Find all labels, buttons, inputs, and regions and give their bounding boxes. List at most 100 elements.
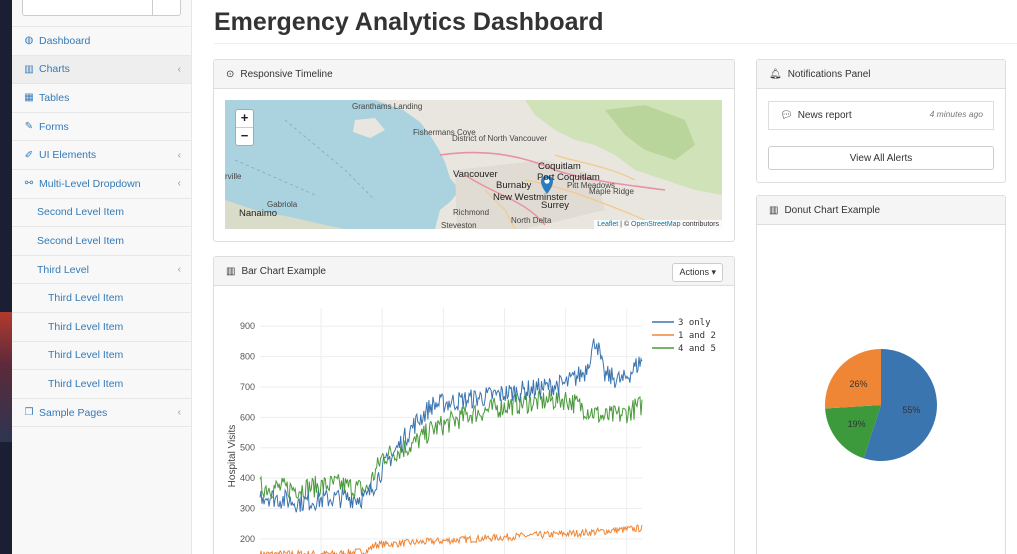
map-label: Maple Ridge [589, 187, 634, 196]
sidebar-item-charts[interactable]: ▥ Charts ‹ [12, 55, 191, 85]
notification-text: News report [797, 110, 852, 121]
bell-icon: 🔔︎ [769, 68, 782, 80]
sidebar-item-label: Charts [39, 63, 70, 76]
sidebar-item-multi-level-dropdown[interactable]: ⚯ Multi-Level Dropdown ‹ [12, 170, 191, 199]
legend-label: 3 only [678, 318, 711, 328]
timeline-panel: ⊙ Responsive Timeline + − Granthams Land… [213, 59, 735, 242]
sidebar-item-dashboard[interactable]: ◍ Dashboard [12, 27, 191, 56]
screen-bezel [0, 0, 12, 554]
map-label: Nanaimo [239, 208, 278, 219]
main-content: Emergency Analytics Dashboard ⊙ Responsi… [191, 0, 1017, 554]
zoom-control: + − [235, 109, 254, 146]
chevron-left-icon: ‹ [177, 149, 181, 161]
clock-icon: ⊙ [226, 68, 235, 80]
legend-label: 4 and 5 [678, 344, 716, 354]
zoom-out-button[interactable]: − [236, 128, 253, 145]
map-label: rville [225, 172, 242, 181]
files-icon: ❐ [24, 407, 34, 419]
osm-link[interactable]: OpenStreetMap [631, 221, 680, 228]
panel-heading: 🔔︎ Notifications Panel [757, 60, 1005, 89]
panel-title: Donut Chart Example [784, 204, 881, 216]
y-tick-label: 300 [240, 503, 255, 513]
y-tick-label: 500 [240, 443, 255, 453]
map-label: District of North Vancouver [452, 134, 547, 143]
actions-dropdown-button[interactable]: Actions ▾ [672, 263, 723, 282]
pie-slice-label: 19% [848, 419, 866, 429]
sidebar-item-third-level-item[interactable]: Third Level Item [12, 284, 191, 313]
map-attribution: Leaflet | © OpenStreetMap contributors [594, 220, 722, 229]
sidebar-item-third-level-item[interactable]: Third Level Item [12, 370, 191, 399]
sidebar-item-label: Tables [39, 91, 70, 104]
notification-time: 4 minutes ago [929, 109, 983, 119]
sidebar-item-label: Dashboard [39, 34, 91, 47]
sidebar-item-second-level-item[interactable]: Second Level Item [12, 227, 191, 256]
sidebar-item-label: UI Elements [39, 149, 97, 162]
map-label: Richmond [453, 208, 490, 217]
panel-title: Bar Chart Example [241, 265, 326, 277]
pie-chart: 55% 19% 26% [825, 349, 937, 461]
comment-icon: 💬︎ [780, 110, 793, 121]
wrench-icon: ✐ [24, 149, 34, 161]
sidebar-item-label: Third Level [37, 263, 89, 276]
table-icon: ▦ [24, 92, 34, 104]
map-label: Granthams Landing [352, 102, 423, 111]
panel-heading: ▥ Bar Chart Example Actions ▾ [214, 257, 734, 286]
search-button[interactable] [152, 0, 181, 16]
zoom-in-button[interactable]: + [236, 110, 253, 128]
pie-slice-label: 55% [902, 405, 920, 415]
legend-label: 1 and 2 [678, 331, 716, 341]
panel-title: Notifications Panel [787, 68, 871, 80]
sidebar-search [12, 0, 191, 27]
pie-slice-label: 26% [850, 379, 868, 389]
sidebar-item-label: Forms [39, 120, 69, 133]
map-label: Vancouver [453, 169, 498, 180]
title-divider [214, 43, 1017, 44]
sidebar-item-ui-elements[interactable]: ✐ UI Elements ‹ [12, 141, 191, 170]
sidebar-item-label: Second Level Item [37, 206, 124, 219]
chevron-left-icon: ‹ [177, 407, 181, 419]
sidebar-item-label: Second Level Item [37, 234, 124, 247]
y-tick-label: 700 [240, 382, 255, 392]
sidebar-item-second-level-item[interactable]: Second Level Item [12, 199, 191, 228]
search-input[interactable] [22, 0, 154, 16]
sidebar-item-third-level-item[interactable]: Third Level Item [12, 313, 191, 342]
map-label: Surrey [541, 200, 569, 211]
panel-heading: ▥ Donut Chart Example [757, 196, 1005, 225]
sidebar-item-forms[interactable]: ✎ Forms [12, 113, 191, 142]
attribution-separator: | © [618, 221, 632, 228]
edit-icon: ✎ [24, 121, 34, 133]
panel-heading: ⊙ Responsive Timeline [214, 60, 734, 89]
browser-viewport: ◍ Dashboard ▥ Charts ‹ ▦ Tables ✎ Forms ✐ UI Eleme… [12, 0, 1017, 554]
map-label: North Delta [511, 216, 552, 225]
notifications-panel: 🔔︎ Notifications Panel 💬︎ News report 4 … [756, 59, 1006, 183]
sidebar-item-label: Third Level Item [48, 377, 124, 390]
map-label: Burnaby [496, 180, 532, 191]
sidebar-item-third-level[interactable]: Third Level ‹ [12, 256, 191, 285]
bar-chart-icon: ▥ [226, 265, 236, 277]
line-chart: 200 300 400 500 600 700 800 900 Hospital Visits 3… [227, 308, 716, 554]
sidebar-item-third-level-item[interactable]: Third Level Item [12, 342, 191, 371]
bar-chart-icon: ▥ [24, 63, 34, 75]
view-all-alerts-button[interactable]: View All Alerts [768, 146, 994, 170]
y-tick-label: 200 [240, 534, 255, 544]
map[interactable]: + − Granthams Landing Fishermans Cove Di… [225, 100, 722, 229]
sidebar-nav: ◍ Dashboard ▥ Charts ‹ ▦ Tables ✎ Forms ✐ UI Eleme… [12, 27, 191, 428]
sidebar-item-label: Third Level Item [48, 320, 124, 333]
sidebar-item-label: Third Level Item [48, 292, 124, 305]
bar-chart-panel: ▥ Bar Chart Example Actions ▾ 200 300 400 5… [213, 256, 735, 554]
notification-item[interactable]: 💬︎ News report 4 minutes ago [768, 101, 994, 130]
chevron-left-icon: ‹ [177, 264, 181, 276]
y-tick-label: 400 [240, 473, 255, 483]
sidebar-item-sample-pages[interactable]: ❐ Sample Pages ‹ [12, 399, 191, 428]
series-line-1-and-2 [260, 524, 643, 554]
sidebar-item-label: Sample Pages [39, 406, 108, 419]
sidebar: ◍ Dashboard ▥ Charts ‹ ▦ Tables ✎ Forms ✐ UI Eleme… [12, 0, 192, 554]
chevron-left-icon: ‹ [177, 178, 181, 190]
leaflet-link[interactable]: Leaflet [597, 221, 618, 228]
y-axis-label: Hospital Visits [227, 425, 238, 488]
sidebar-item-label: Third Level Item [48, 349, 124, 362]
sidebar-item-label: Multi-Level Dropdown [39, 177, 141, 190]
attribution-tail: contributors [680, 221, 719, 228]
sidebar-item-tables[interactable]: ▦ Tables [12, 84, 191, 113]
donut-chart-panel: ▥ Donut Chart Example 55% 19% 26% [756, 195, 1006, 554]
